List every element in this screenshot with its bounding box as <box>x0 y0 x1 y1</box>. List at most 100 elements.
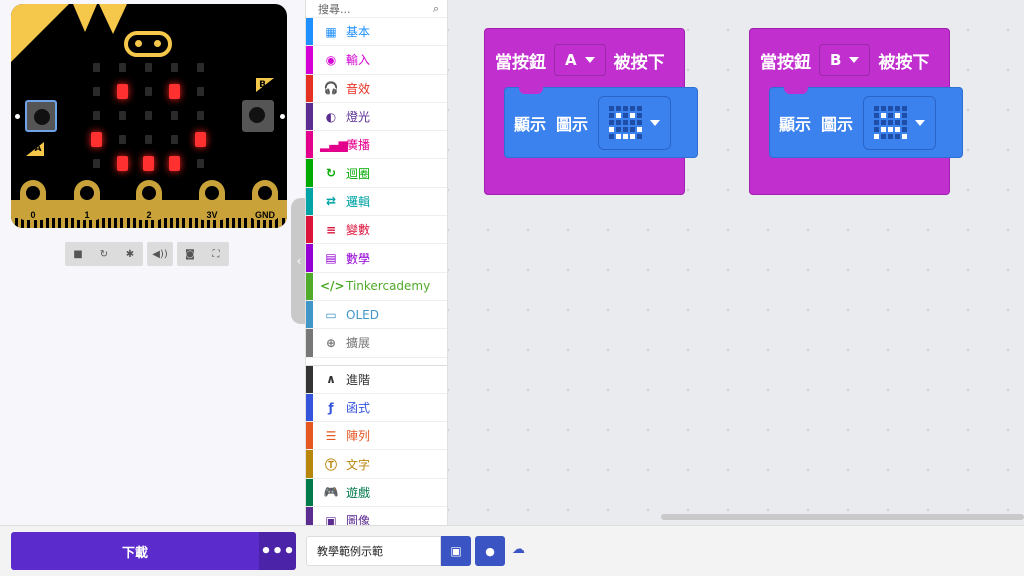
fullscreen-icon[interactable]: ⛶ <box>203 242 229 266</box>
advanced-category-list: ∧ 進階 ƒ 函式 ☰ 陣列 Ⓣ 文字 🎮 遊戲 ▣ 圖像 <box>306 365 447 525</box>
toolbox-category-0[interactable]: ▦ 基本 <box>306 18 447 47</box>
button-a[interactable] <box>25 100 57 132</box>
toolbox-category-0[interactable]: ∧ 進階 <box>306 365 447 394</box>
horizontal-scrollbar[interactable] <box>661 514 1024 520</box>
save-icon: ▣ <box>450 544 462 558</box>
toolbox-category-5[interactable]: ↻ 迴圈 <box>306 159 447 188</box>
stop-icon[interactable]: ■ <box>65 242 91 266</box>
show-icon-block[interactable]: 顯示 圖示 <box>769 87 963 158</box>
bottom-bar: 下載 ••• ▣ ● ☁ <box>0 525 1024 576</box>
github-button[interactable]: ● <box>475 536 505 566</box>
caret-down-icon <box>584 57 595 63</box>
icon-pixel <box>609 127 615 132</box>
list-icon: ≡ <box>325 222 337 237</box>
category-color-bar <box>306 18 313 46</box>
mute-icon[interactable]: ◀)) <box>147 242 173 266</box>
search-input[interactable]: 搜尋... <box>318 1 433 17</box>
search-icon[interactable]: ⌕ <box>433 2 439 16</box>
icon-pixel <box>895 120 901 125</box>
icon-preview-grid <box>874 106 908 139</box>
more-options-button[interactable]: ••• <box>259 532 296 570</box>
blocks-workspace[interactable]: 當按鈕 A 被按下 顯示 圖示 當按鈕 B 被按下 顯示 圖示 <box>448 0 1024 525</box>
signal-icon: ▂▄▆ <box>320 137 348 152</box>
chevron-up-icon: ∧ <box>326 372 336 387</box>
led-r0-c2 <box>144 62 152 72</box>
on-button-pressed-block[interactable]: 當按鈕 B 被按下 顯示 圖示 <box>749 28 963 195</box>
toolbox-category-2[interactable]: ☰ 陣列 <box>306 422 447 451</box>
icon-pixel <box>630 113 636 118</box>
icon-picker-dropdown[interactable] <box>863 95 937 150</box>
on-button-pressed-block[interactable]: 當按鈕 A 被按下 顯示 圖示 <box>484 28 698 195</box>
toolbox-category-11[interactable]: ⊕ 擴展 <box>306 329 447 358</box>
category-label: 擴展 <box>346 336 371 351</box>
led-r1-c4 <box>196 86 204 96</box>
led-r0-c1 <box>118 62 126 72</box>
makecode-editor: A B 0 1 2 3V GND ■ ↻ ✱ ◀)) ◙ ⛶ ‹ 搜尋... ⌕ <box>0 0 1024 576</box>
monitor-icon: ▭ <box>325 307 337 322</box>
category-color-bar <box>306 187 313 216</box>
led-r1-c3 <box>168 83 180 99</box>
icon-pixel <box>623 134 629 139</box>
screenshot-icon[interactable]: ◙ <box>177 242 203 266</box>
icon-pixel <box>609 134 615 139</box>
pin-label: 3V <box>206 210 218 220</box>
toolbox-category-3[interactable]: Ⓣ 文字 <box>306 450 447 479</box>
toggle-icon: ◐ <box>325 109 337 124</box>
button-b[interactable] <box>242 100 274 132</box>
icon-pixel <box>637 106 643 111</box>
toolbox-category-1[interactable]: ◉ 輸入 <box>306 46 447 75</box>
category-color-bar <box>306 272 313 300</box>
led-r4-c4 <box>196 158 204 168</box>
save-button[interactable]: ▣ <box>441 536 471 566</box>
category-label: 陣列 <box>346 429 371 444</box>
category-label: Tinkercademy <box>346 279 431 294</box>
toolbox-category-2[interactable]: 🎧 音效 <box>306 74 447 103</box>
download-button[interactable]: 下載 <box>11 532 259 570</box>
event-header: 當按鈕 B 被按下 <box>760 44 929 76</box>
icon-picker-dropdown[interactable] <box>598 95 672 150</box>
category-color-bar <box>306 159 313 187</box>
toolbox-category-5[interactable]: ▣ 圖像 <box>306 507 447 525</box>
loop-icon: ↻ <box>325 166 337 181</box>
board-notch-decoration <box>99 4 127 34</box>
icon-label: 圖示 <box>556 114 589 134</box>
icon-pixel <box>895 106 901 111</box>
button-a-label: A <box>26 142 44 156</box>
toolbox-category-10[interactable]: ▭ OLED <box>306 300 447 330</box>
category-label: 變數 <box>346 223 371 238</box>
toolbox-category-6[interactable]: ⇄ 邏輯 <box>306 187 447 217</box>
toolbox-category-4[interactable]: ▂▄▆ 廣播 <box>306 131 447 160</box>
category-label: 遊戲 <box>346 485 371 500</box>
toolbox-search[interactable]: 搜尋... ⌕ <box>306 0 447 18</box>
category-label: 數學 <box>346 251 371 266</box>
event-prefix-label: 當按鈕 <box>760 52 811 73</box>
toolbox-category-3[interactable]: ◐ 燈光 <box>306 102 447 132</box>
board-notch-decoration <box>73 4 97 32</box>
toolbox-category-8[interactable]: ▤ 數學 <box>306 244 447 273</box>
category-label: 邏輯 <box>346 194 371 209</box>
target-icon: ◉ <box>325 52 337 67</box>
toolbox-category-9[interactable]: </> Tinkercademy <box>306 272 447 301</box>
edge-tooth <box>182 218 186 228</box>
board-hole-right <box>280 114 285 119</box>
debug-icon[interactable]: ✱ <box>117 242 143 266</box>
toolbox-category-7[interactable]: ≡ 變數 <box>306 216 447 245</box>
icon-pixel <box>616 113 622 118</box>
button-select-dropdown[interactable]: B <box>819 44 871 76</box>
microbit-logo[interactable] <box>124 31 172 57</box>
icon-pixel <box>902 113 908 118</box>
category-color-bar <box>306 450 313 478</box>
project-name-input[interactable] <box>306 536 441 566</box>
icon-pixel <box>609 120 615 125</box>
category-label: 迴圈 <box>346 166 371 181</box>
toolbox-category-1[interactable]: ƒ 函式 <box>306 393 447 423</box>
button-select-dropdown[interactable]: A <box>554 44 606 76</box>
icon-pixel <box>616 134 622 139</box>
restart-icon[interactable]: ↻ <box>91 242 117 266</box>
category-color-bar <box>306 329 313 357</box>
toolbox-category-4[interactable]: 🎮 遊戲 <box>306 478 447 508</box>
led-r2-c4 <box>196 110 204 120</box>
cloud-status-icon[interactable]: ☁ <box>512 542 525 557</box>
led-r0-c3 <box>170 62 178 72</box>
show-icon-block[interactable]: 顯示 圖示 <box>504 87 698 158</box>
